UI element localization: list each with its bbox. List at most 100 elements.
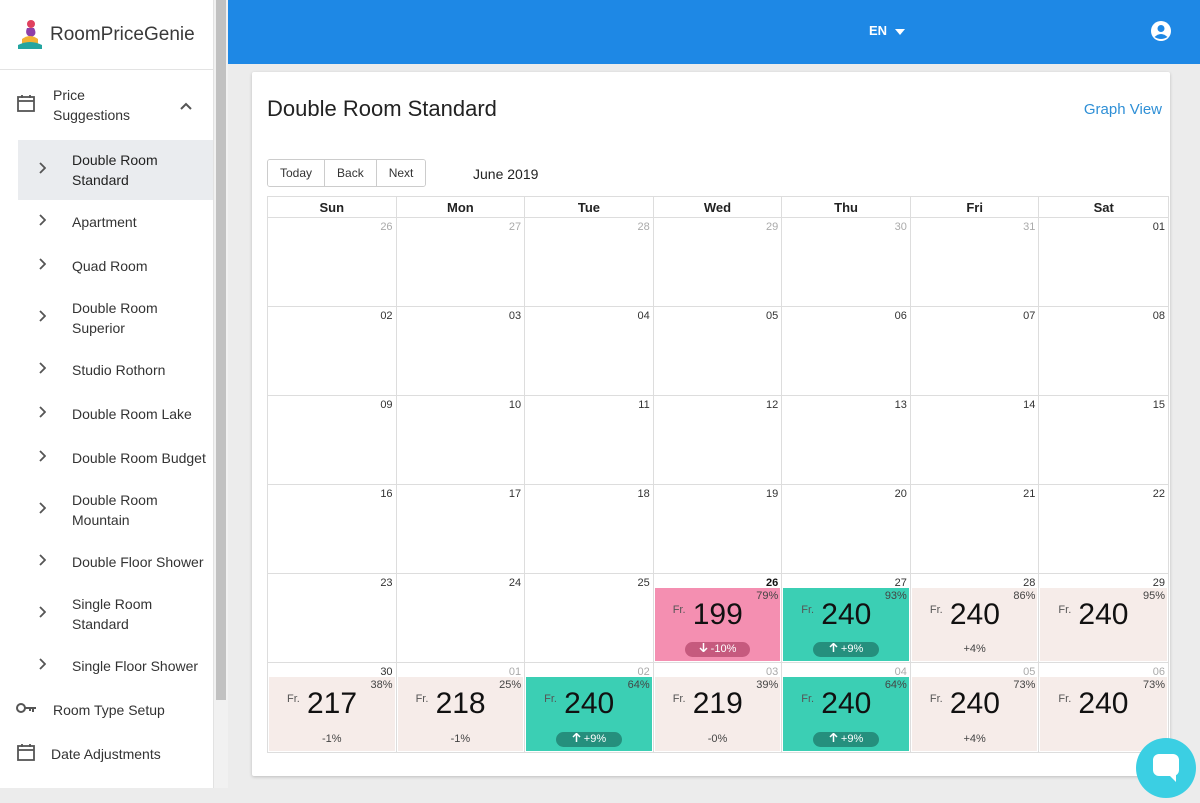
calendar-day-cell[interactable]: 06 — [782, 307, 911, 395]
calendar-day-cell[interactable]: 39% Fr. 219 -0% 03 — [654, 663, 783, 752]
calendar-day-cell[interactable]: 93% Fr. 240 +9% 27 — [782, 574, 911, 662]
arrow-down-icon — [699, 643, 708, 655]
nav-date-adjustments[interactable]: Date Adjustments — [0, 732, 213, 776]
calendar-day-cell[interactable]: 28 — [525, 218, 654, 306]
sidebar-item-room-type[interactable]: Double Floor Shower — [18, 540, 213, 584]
chevron-up-icon[interactable] — [179, 98, 193, 116]
price-suggestion[interactable]: 64% Fr. 240 +9% — [526, 677, 652, 751]
calendar-day-cell[interactable]: 64% Fr. 240 +9% 04 — [782, 663, 911, 752]
chevron-right-icon — [38, 405, 47, 423]
month-label: June 2019 — [473, 166, 539, 182]
day-number: 12 — [766, 399, 779, 411]
calendar-day-cell[interactable]: 73% Fr. 240 +4% 05 — [911, 663, 1040, 752]
calendar-day-cell[interactable]: 14 — [911, 396, 1040, 484]
chevron-right-icon — [38, 605, 47, 623]
calendar-day-cell[interactable]: 27 — [397, 218, 526, 306]
sidebar-item-room-type[interactable]: Double Room Mountain — [18, 480, 213, 540]
account-circle-icon[interactable] — [1150, 20, 1172, 47]
price-change: -10% — [710, 643, 737, 655]
calendar-day-cell[interactable]: 17 — [397, 485, 526, 573]
price-suggestion[interactable]: 73% Fr. 240 +4% — [911, 677, 1038, 751]
day-number: 07 — [1023, 310, 1036, 322]
day-number: 24 — [508, 577, 522, 589]
price-suggestion[interactable]: 95% Fr. 240 — [1040, 588, 1167, 661]
calendar-day-cell[interactable]: 95% Fr. 240 29 — [1039, 574, 1168, 662]
weekday-label: Tue — [525, 197, 654, 218]
scrollbar-thumb[interactable] — [216, 0, 226, 700]
day-number: 22 — [1152, 488, 1165, 500]
price-suggestion[interactable]: 93% Fr. 240 +9% — [783, 588, 909, 661]
sidebar-item-room-type[interactable]: Double Room Superior — [18, 288, 213, 348]
calendar-day-cell[interactable]: 09 — [268, 396, 397, 484]
price-change-badge: +9% — [556, 732, 622, 747]
suggested-price: 219 — [692, 687, 743, 720]
today-button[interactable]: Today — [268, 160, 326, 186]
calendar-day-cell[interactable]: 25 — [525, 574, 654, 662]
nav-label: Room Type Setup — [53, 702, 165, 718]
day-number: 30 — [894, 221, 907, 233]
calendar-day-cell[interactable]: 86% Fr. 240 +4% 28 — [911, 574, 1040, 662]
calendar-day-cell[interactable]: 15 — [1039, 396, 1168, 484]
calendar-day-cell[interactable]: 01 — [1039, 218, 1168, 306]
calendar-day-cell[interactable]: 05 — [654, 307, 783, 395]
calendar-day-cell[interactable]: 23 — [268, 574, 397, 662]
chat-launcher-button[interactable] — [1136, 738, 1196, 798]
sidebar-item-room-type[interactable]: Double Room Lake — [18, 392, 213, 436]
currency-prefix: Fr. — [672, 693, 686, 705]
calendar-day-cell[interactable]: 21 — [911, 485, 1040, 573]
price-suggestion[interactable]: 25% Fr. 218 -1% — [397, 677, 524, 751]
calendar-day-cell[interactable]: 08 — [1039, 307, 1168, 395]
price-suggestion[interactable]: 39% Fr. 219 -0% — [654, 677, 781, 751]
calendar-day-cell[interactable]: 20 — [782, 485, 911, 573]
calendar-day-cell[interactable]: 22 — [1039, 485, 1168, 573]
month-calendar: Sun Mon Tue Wed Thu Fri Sat 26 27 28 29 30 31 01 02 03… — [267, 196, 1169, 753]
calendar-day-cell[interactable]: 24 — [397, 574, 526, 662]
app-logo[interactable]: RoomPriceGenie — [0, 0, 213, 70]
calendar-day-cell[interactable]: 10 — [397, 396, 526, 484]
nav-room-type-setup[interactable]: Room Type Setup — [0, 688, 213, 732]
sidebar-item-room-type[interactable]: Studio Rothorn — [18, 348, 213, 392]
graph-view-link[interactable]: Graph View — [1084, 101, 1162, 118]
day-number: 01 — [508, 666, 522, 678]
suggested-price: 217 — [307, 687, 358, 720]
sidebar-item-room-type[interactable]: Double Room Budget — [18, 436, 213, 480]
nav-price-suggestions[interactable]: Price Suggestions — [0, 70, 213, 140]
price-suggestion[interactable]: 86% Fr. 240 +4% — [911, 588, 1038, 661]
calendar-day-cell[interactable]: 11 — [525, 396, 654, 484]
calendar-day-cell[interactable]: 79% Fr. 199 -10% 26 — [654, 574, 783, 662]
calendar-day-cell[interactable]: 02 — [268, 307, 397, 395]
calendar-day-cell[interactable]: 03 — [397, 307, 526, 395]
calendar-day-cell[interactable]: 38% Fr. 217 -1% 30 — [268, 663, 397, 752]
price-suggestion[interactable]: 64% Fr. 240 +9% — [783, 677, 909, 751]
sidebar-item-room-type[interactable]: Single Floor Shower — [18, 644, 213, 688]
calendar-day-cell[interactable]: 12 — [654, 396, 783, 484]
price-change: +4% — [963, 733, 986, 745]
calendar-day-cell[interactable]: 64% Fr. 240 +9% 02 — [525, 663, 654, 752]
calendar-day-cell[interactable]: 26 — [268, 218, 397, 306]
sidebar-scrollbar[interactable] — [214, 0, 228, 788]
sidebar-item-room-type[interactable]: Quad Room — [18, 244, 213, 288]
calendar-day-cell[interactable]: 25% Fr. 218 -1% 01 — [397, 663, 526, 752]
caret-down-icon — [895, 23, 906, 38]
currency-prefix: Fr. — [801, 693, 815, 705]
sidebar-item-room-type[interactable]: Single Room Standard — [18, 584, 213, 644]
calendar-day-cell[interactable]: 19 — [654, 485, 783, 573]
next-button[interactable]: Next — [376, 160, 426, 186]
calendar-day-cell[interactable]: 31 — [911, 218, 1040, 306]
suggested-price: 240 — [949, 598, 1000, 631]
calendar-day-cell[interactable]: 18 — [525, 485, 654, 573]
calendar-day-cell[interactable]: 30 — [782, 218, 911, 306]
back-button[interactable]: Back — [325, 160, 377, 186]
price-suggestion[interactable]: 38% Fr. 217 -1% — [269, 677, 395, 751]
calendar-day-cell[interactable]: 16 — [268, 485, 397, 573]
calendar-day-cell[interactable]: 29 — [654, 218, 783, 306]
sidebar-item-room-type[interactable]: Apartment — [18, 200, 213, 244]
day-number: 26 — [766, 577, 779, 589]
calendar-day-cell[interactable]: 13 — [782, 396, 911, 484]
sidebar-item-room-type[interactable]: Double Room Standard — [18, 140, 213, 200]
calendar-day-cell[interactable]: 07 — [911, 307, 1040, 395]
language-selector[interactable]: EN — [869, 23, 906, 38]
calendar-day-cell[interactable]: 04 — [525, 307, 654, 395]
price-suggestion[interactable]: 79% Fr. 199 -10% — [654, 588, 781, 661]
price-change-badge: +9% — [813, 642, 879, 657]
